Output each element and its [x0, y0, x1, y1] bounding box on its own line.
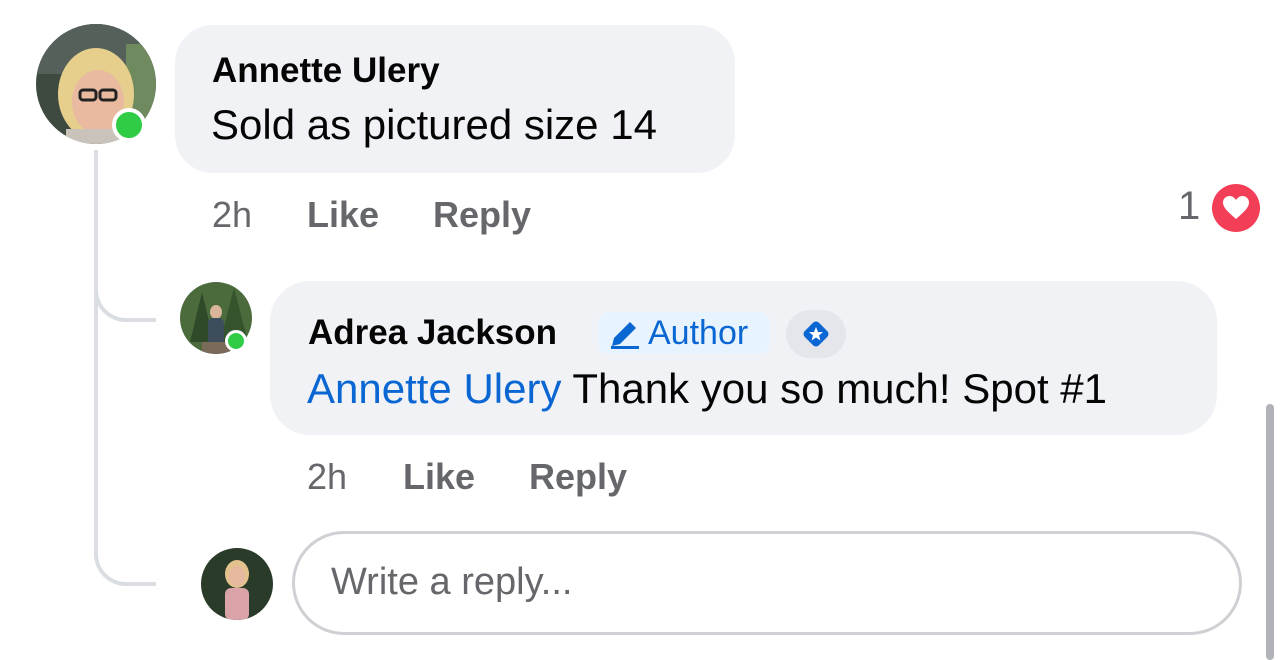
comment-bubble: Annette Ulery Sold as pictured size 14: [175, 25, 735, 173]
reply-timestamp[interactable]: 2h: [307, 456, 347, 498]
reply-composer[interactable]: [292, 531, 1242, 635]
reply-body: Thank you so much! Spot #1: [561, 365, 1108, 412]
reply-author-name[interactable]: Adrea Jackson: [308, 313, 557, 353]
comment-like-button[interactable]: Like: [307, 194, 379, 236]
reply-like-button[interactable]: Like: [403, 456, 475, 498]
thread-connector-reply: [94, 248, 156, 322]
thread-connector-composer: [94, 510, 156, 586]
comment-text: Sold as pictured size 14: [211, 101, 657, 148]
pencil-icon: [611, 322, 639, 349]
author-badge-label: Author: [648, 313, 749, 352]
top-contributor-badge[interactable]: [786, 310, 846, 358]
comment-timestamp[interactable]: 2h: [212, 194, 252, 236]
current-user-avatar[interactable]: [201, 548, 273, 620]
reply-text: Annette Ulery Thank you so much! Spot #1: [307, 365, 1107, 413]
mention-link[interactable]: Annette Ulery: [307, 365, 561, 412]
reply-reply-button[interactable]: Reply: [529, 456, 627, 498]
reply-bubble: Adrea Jackson Annette Ulery Thank you so…: [270, 281, 1217, 435]
thread-line: [94, 150, 98, 530]
online-status-indicator: [112, 108, 146, 142]
author-badge: Author: [598, 312, 770, 354]
reaction-count[interactable]: 1: [1178, 184, 1200, 229]
heart-icon[interactable]: [1212, 184, 1260, 232]
comment-reply-button[interactable]: Reply: [433, 194, 531, 236]
scrollbar[interactable]: [1266, 404, 1274, 660]
star-badge-icon: [803, 321, 829, 347]
reply-input[interactable]: [329, 560, 1193, 605]
online-status-indicator: [225, 330, 247, 352]
comment-author-name[interactable]: Annette Ulery: [212, 51, 440, 91]
